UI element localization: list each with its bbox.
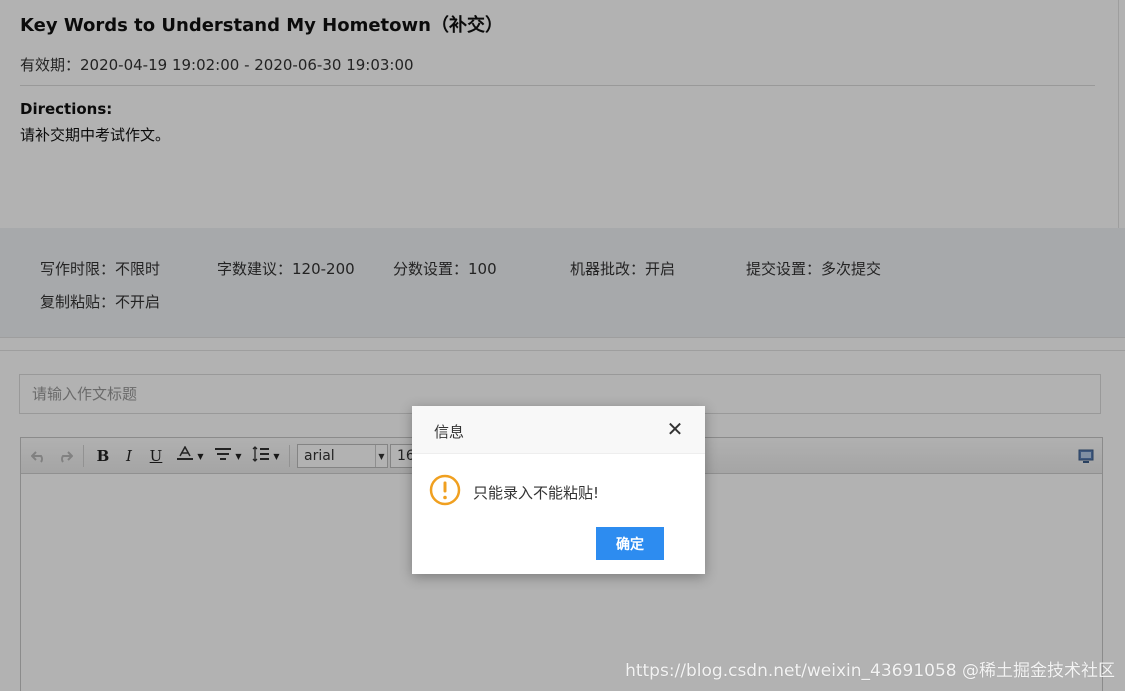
watermark-text: @稀土掘金技术社区 [962,661,1115,681]
close-icon[interactable]: ✕ [665,419,685,439]
watermark-url: https://blog.csdn.net/weixin_43691058 [625,661,957,681]
dialog-header: 信息 ✕ [412,406,705,454]
confirm-button[interactable]: 确定 [596,527,664,560]
modal-overlay [0,0,1125,691]
watermark: https://blog.csdn.net/weixin_43691058 @稀… [625,656,1115,681]
dialog-title: 信息 [434,423,465,441]
info-dialog: 信息 ✕ 只能录入不能粘贴! 确定 [412,406,705,574]
dialog-message: 只能录入不能粘贴! [473,484,600,502]
page: Key Words to Understand My Hometown（补交） … [0,0,1125,691]
warning-icon [429,474,461,506]
